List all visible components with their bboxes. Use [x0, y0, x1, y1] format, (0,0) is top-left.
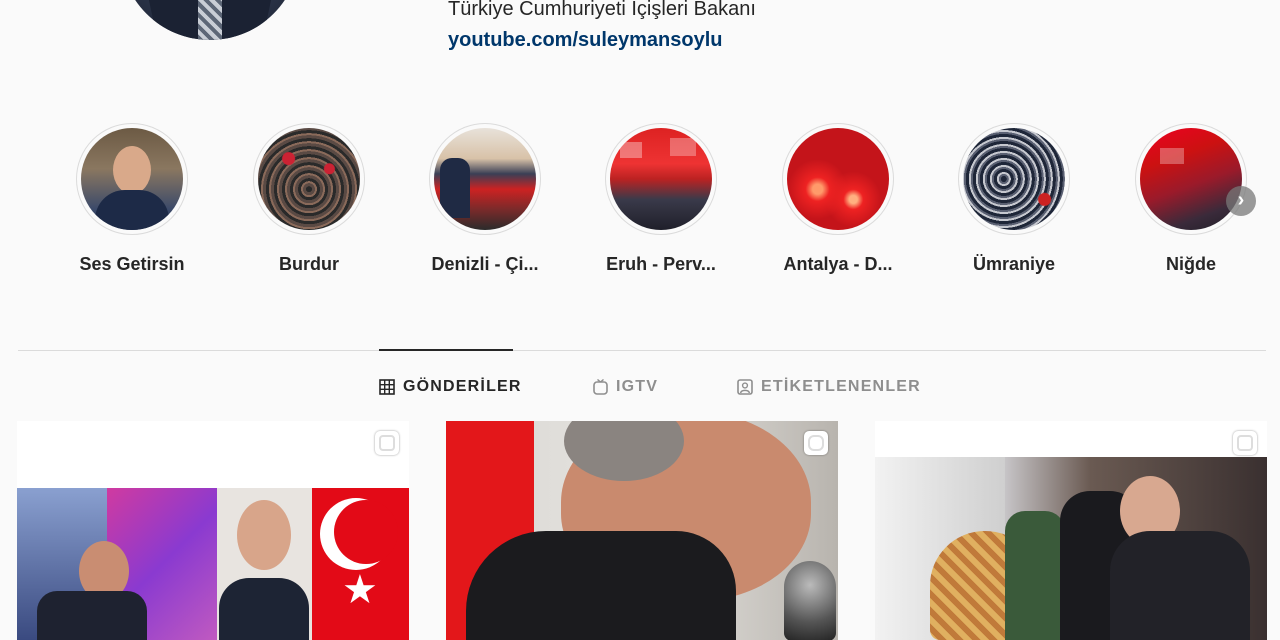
story-highlights: Ses Getirsin Burdur Denizli - Çi... Eruh… — [0, 123, 1280, 283]
post-image-speaker — [37, 541, 147, 640]
tab-posts-label: GÖNDERİLER — [403, 378, 522, 395]
highlight-cover-body — [95, 190, 169, 230]
highlight-cover — [963, 128, 1065, 230]
highlight-ring — [782, 123, 894, 235]
highlight-label: Eruh - Perv... — [606, 254, 716, 274]
highlight-label: Antalya - D... — [783, 254, 893, 274]
portrait-suit — [219, 578, 309, 640]
grid-icon — [379, 379, 395, 395]
highlight-label: Niğde — [1165, 254, 1216, 274]
tab-divider — [18, 350, 1266, 351]
highlight-antalya[interactable]: Antalya - D... — [758, 123, 918, 275]
highlight-cover — [434, 128, 536, 230]
flag-crescent-cut — [334, 500, 398, 564]
highlight-eruh[interactable]: Eruh - Perv... — [581, 123, 741, 275]
chevron-right-icon[interactable]: › — [1226, 186, 1256, 216]
highlight-ring — [605, 123, 717, 235]
post-thumbnail[interactable]: ★ — [17, 421, 409, 640]
igtv-icon — [804, 431, 828, 455]
tab-tagged-label: ETİKETLENENLER — [761, 378, 921, 395]
speaker-body — [37, 591, 147, 640]
profile-avatar[interactable] — [120, 0, 300, 40]
carousel-icon — [375, 431, 399, 455]
avatar-tie — [198, 0, 222, 40]
highlight-cover — [610, 128, 712, 230]
post-image — [17, 421, 409, 488]
tagged-icon — [737, 379, 753, 395]
post-image — [875, 421, 1267, 457]
highlight-cover-flag-right — [670, 138, 696, 156]
carousel-icon-inner — [1237, 435, 1253, 451]
carousel-icon-inner — [379, 435, 395, 451]
scene-person-green — [1005, 511, 1065, 640]
highlight-ring — [958, 123, 1070, 235]
post-thumbnail[interactable] — [875, 421, 1267, 640]
highlight-label: Burdur — [279, 254, 339, 274]
tab-posts[interactable]: GÖNDERİLER — [379, 378, 522, 396]
tab-igtv[interactable]: IGTV — [593, 378, 658, 396]
igtv-icon-inner — [808, 435, 824, 451]
highlight-label: Ümraniye — [972, 254, 1056, 274]
profile-bio: Türkiye Cumhuriyeti İçişleri Bakanı — [448, 0, 756, 20]
tab-igtv-label: IGTV — [616, 378, 659, 395]
igtv-icon — [593, 379, 608, 395]
highlight-cover-flag — [1160, 148, 1184, 164]
post-image-portrait — [217, 488, 312, 640]
flag-star: ★ — [342, 568, 378, 612]
speaker-shirt — [466, 531, 736, 640]
highlight-cover-face — [113, 146, 151, 194]
active-tab-indicator — [379, 349, 513, 351]
highlight-ring — [253, 123, 365, 235]
profile-website-link[interactable]: youtube.com/suleymansoylu — [448, 29, 723, 52]
highlight-cover — [1140, 128, 1242, 230]
highlight-burdur[interactable]: Burdur — [229, 123, 389, 275]
highlight-ring — [76, 123, 188, 235]
carousel-icon — [1233, 431, 1257, 455]
scene-minister-body — [1110, 531, 1250, 640]
highlight-ring — [429, 123, 541, 235]
avatar-suit-right — [212, 0, 278, 40]
highlight-cover — [258, 128, 360, 230]
highlight-ses-getirsin[interactable]: Ses Getirsin — [52, 123, 212, 275]
highlight-ring — [1135, 123, 1247, 235]
highlight-denizli[interactable]: Denizli - Çi... — [405, 123, 565, 275]
highlight-label: Ses Getirsin — [79, 254, 185, 274]
microphone — [784, 561, 836, 640]
highlight-cover-flag-left — [620, 142, 642, 158]
tab-tagged[interactable]: ETİKETLENENLER — [737, 378, 921, 396]
portrait-face — [237, 500, 291, 570]
post-thumbnail[interactable] — [446, 421, 838, 640]
highlight-cover — [787, 128, 889, 230]
highlight-cover-figure — [440, 158, 470, 218]
highlight-cover — [81, 128, 183, 230]
post-image-flag: ★ — [312, 488, 409, 640]
highlight-umraniye[interactable]: Ümraniye — [934, 123, 1094, 275]
highlight-label: Denizli - Çi... — [431, 254, 539, 274]
